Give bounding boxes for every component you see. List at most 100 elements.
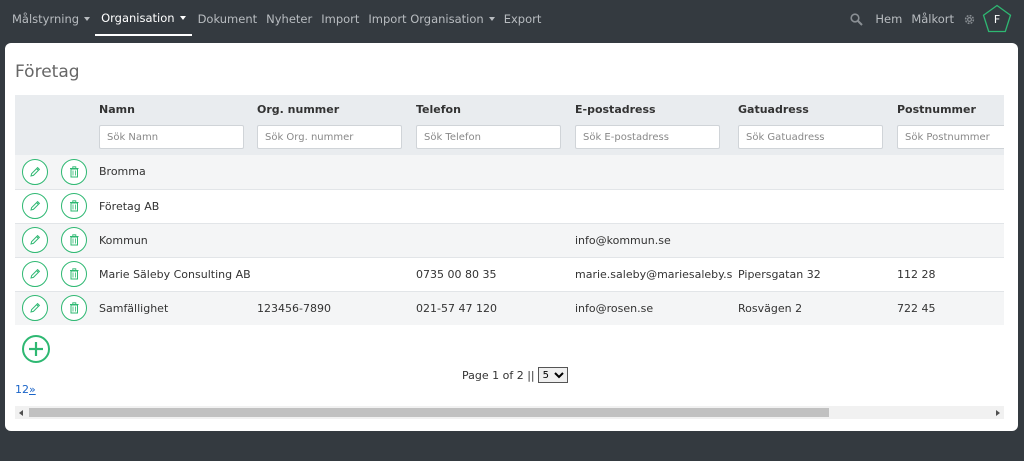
triangle-right-icon bbox=[996, 409, 1000, 416]
trash-icon bbox=[70, 302, 79, 314]
cell-org: 123456-7890 bbox=[257, 301, 331, 315]
cell-email: marie.saleby@mariesaleby.se bbox=[575, 267, 733, 281]
column-label: Gatuadress bbox=[738, 103, 809, 116]
scroll-thumb[interactable] bbox=[29, 408, 829, 417]
search-e-postadress-input[interactable] bbox=[575, 125, 720, 149]
page-size-select[interactable]: 5 bbox=[537, 367, 568, 383]
page-link-1[interactable]: 1 bbox=[15, 383, 22, 396]
nav-label: Målstyrning bbox=[12, 12, 80, 26]
scroll-left-arrow[interactable] bbox=[15, 406, 28, 419]
caret-down-icon bbox=[488, 17, 495, 21]
pagination-info: Page 1 of 2 || 5 bbox=[462, 367, 568, 383]
horizontal-scrollbar[interactable] bbox=[15, 406, 1004, 419]
search-postnummer-input[interactable] bbox=[897, 125, 1004, 149]
cell-phone bbox=[411, 189, 570, 223]
search-namn-input[interactable] bbox=[99, 125, 244, 149]
cell-name: Företag AB bbox=[99, 199, 160, 213]
edit-button[interactable] bbox=[22, 261, 48, 287]
cell-street bbox=[733, 155, 892, 189]
cell-street: Rosvägen 2 bbox=[738, 301, 803, 315]
cell-email bbox=[570, 155, 733, 189]
header-gatuadress: Gatuadress bbox=[733, 95, 892, 155]
delete-cell bbox=[54, 155, 94, 189]
add-company-button[interactable] bbox=[22, 335, 50, 363]
nav-import[interactable]: Import bbox=[321, 0, 359, 38]
top-navbar: Målstyrning Organisation Dokument Nyhete… bbox=[0, 0, 1024, 38]
delete-button[interactable] bbox=[61, 193, 87, 219]
triangle-left-icon bbox=[19, 409, 23, 416]
page-link-2[interactable]: 2 bbox=[22, 383, 29, 396]
pencil-icon bbox=[30, 234, 41, 245]
cell-phone: 0735 00 80 35 bbox=[416, 267, 497, 281]
page-link-next[interactable]: » bbox=[29, 383, 36, 396]
cell-zip bbox=[892, 189, 1004, 223]
nav-malstyrning[interactable]: Målstyrning bbox=[12, 0, 91, 38]
page-status-text: Page 1 of 2 || bbox=[462, 368, 535, 382]
delete-cell bbox=[54, 257, 94, 291]
column-label: E-postadress bbox=[575, 103, 656, 116]
header-postnummer: Postnummer bbox=[892, 95, 1004, 155]
edit-button[interactable] bbox=[22, 227, 48, 253]
cell-email bbox=[570, 189, 733, 223]
table-header-row: Namn Org. nummer Telefon E-postadress Ga… bbox=[15, 95, 1004, 155]
nav-nyheter[interactable]: Nyheter bbox=[266, 0, 312, 38]
nav-export[interactable]: Export bbox=[504, 0, 542, 38]
pencil-icon bbox=[30, 268, 41, 279]
table-row[interactable]: Samfällighet 123456-7890 021-57 47 120 info… bbox=[15, 291, 1004, 325]
company-table: Namn Org. nummer Telefon E-postadress Ga… bbox=[15, 95, 1004, 325]
nav-label: Nyheter bbox=[266, 12, 313, 26]
table-scroll-area[interactable]: Namn Org. nummer Telefon E-postadress Ga… bbox=[15, 95, 1004, 325]
search-button[interactable] bbox=[850, 0, 864, 38]
cell-street bbox=[733, 223, 892, 257]
nav-label: Import Organisation bbox=[368, 12, 484, 26]
search-org-nummer-input[interactable] bbox=[257, 125, 402, 149]
nav-import-organisation[interactable]: Import Organisation bbox=[368, 0, 495, 38]
goals-link[interactable]: Målkort bbox=[911, 0, 954, 38]
cell-zip: 722 45 bbox=[897, 301, 936, 315]
pencil-icon bbox=[30, 302, 41, 313]
delete-cell bbox=[54, 189, 94, 223]
user-menu: Hem Målkort F bbox=[850, 0, 1024, 38]
table-row[interactable]: Marie Säleby Consulting AB 0735 00 80 35 m… bbox=[15, 257, 1004, 291]
delete-button[interactable] bbox=[61, 295, 87, 321]
home-link[interactable]: Hem bbox=[875, 0, 902, 38]
nav-label: Dokument bbox=[197, 12, 258, 26]
gear-icon bbox=[964, 14, 975, 24]
cell-org bbox=[252, 189, 411, 223]
edit-button[interactable] bbox=[22, 193, 48, 219]
delete-button[interactable] bbox=[61, 227, 87, 253]
edit-cell bbox=[15, 189, 54, 223]
pencil-icon bbox=[30, 166, 41, 177]
delete-cell bbox=[54, 291, 94, 325]
delete-button[interactable] bbox=[61, 158, 87, 185]
edit-button[interactable] bbox=[22, 295, 48, 321]
table-row[interactable]: Kommun info@kommun.se bbox=[15, 223, 1004, 257]
edit-cell bbox=[15, 257, 54, 291]
nav-organisation[interactable]: Organisation bbox=[95, 2, 192, 36]
page-title: Företag bbox=[15, 62, 80, 82]
settings-button[interactable] bbox=[963, 0, 976, 38]
nav-dokument[interactable]: Dokument bbox=[198, 0, 258, 38]
nav-label: Import bbox=[321, 12, 360, 26]
plus-icon bbox=[29, 342, 43, 356]
cell-name: Bromma bbox=[99, 165, 146, 179]
column-label: Telefon bbox=[416, 103, 461, 116]
cell-email: info@rosen.se bbox=[575, 301, 654, 315]
cell-name: Kommun bbox=[99, 233, 148, 247]
cell-zip: 112 28 bbox=[897, 267, 936, 281]
table-row[interactable]: Bromma bbox=[15, 155, 1004, 189]
edit-button[interactable] bbox=[22, 158, 48, 185]
search-gatuadress-input[interactable] bbox=[738, 125, 883, 149]
cell-org bbox=[252, 155, 411, 189]
header-delete-column bbox=[54, 95, 94, 155]
avatar-letter: F bbox=[993, 13, 1001, 26]
cell-phone: 021-57 47 120 bbox=[416, 301, 497, 315]
table-row[interactable]: Företag AB bbox=[15, 189, 1004, 223]
scroll-right-arrow[interactable] bbox=[991, 406, 1004, 419]
avatar[interactable]: F bbox=[982, 4, 1012, 34]
header-org-nummer: Org. nummer bbox=[252, 95, 411, 155]
search-telefon-input[interactable] bbox=[416, 125, 561, 149]
table-body: Bromma Företag AB Kommun info@kommun.se Mari… bbox=[15, 155, 1004, 325]
delete-button[interactable] bbox=[61, 261, 87, 287]
trash-icon bbox=[70, 166, 79, 178]
